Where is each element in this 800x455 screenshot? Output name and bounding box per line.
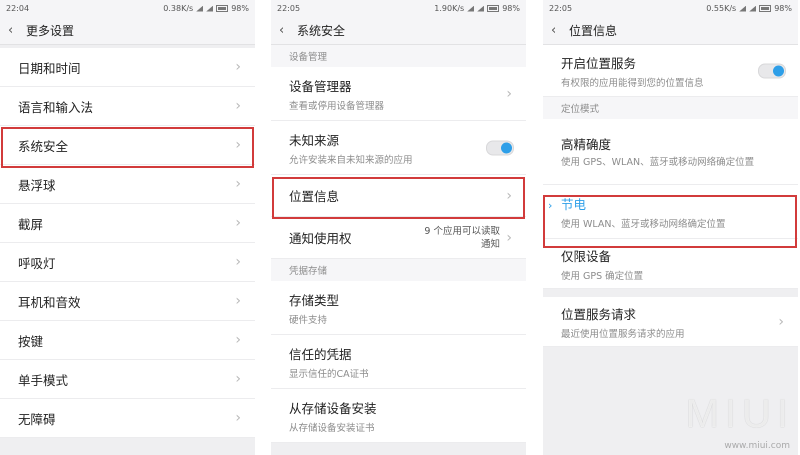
selected-indicator-icon: › <box>548 199 553 212</box>
chevron-right-icon: › <box>235 254 241 270</box>
back-arrow-icon[interactable]: ‹ <box>551 23 567 38</box>
net-speed: 0.38K/s <box>163 4 194 13</box>
item-system-security[interactable]: 系统安全 › <box>0 126 255 165</box>
signal-icon <box>749 5 757 12</box>
signal-icon <box>477 5 485 12</box>
toggle-knob <box>501 142 512 153</box>
chevron-right-icon: › <box>235 59 241 75</box>
item-location[interactable]: 位置信息 › <box>271 175 526 217</box>
item-install-from-storage[interactable]: 从存储设备安装 从存储设备安装证书 <box>271 389 526 443</box>
chevron-right-icon: › <box>235 332 241 348</box>
status-bar: 22:04 0.38K/s 98% <box>0 0 255 17</box>
item-one-hand-mode[interactable]: 单手模式 › <box>0 360 255 399</box>
location-service-toggle[interactable] <box>758 63 786 78</box>
header: ‹ 系统安全 <box>271 17 526 45</box>
location-panel: 22:05 0.55K/s 98% ‹ 位置信息 开启位置服务 有权限的应用能得… <box>543 0 798 455</box>
section-credential-storage: 凭据存储 <box>271 259 526 281</box>
header: ‹ 位置信息 <box>543 17 798 45</box>
battery-icon <box>487 5 500 12</box>
signal-icon <box>739 5 747 12</box>
signal-icon <box>206 5 214 12</box>
watermark-url: www.miui.com <box>724 441 790 451</box>
unknown-sources-toggle[interactable] <box>486 140 514 155</box>
net-speed: 1.90K/s <box>434 4 465 13</box>
miui-logo: MIUI <box>685 392 794 436</box>
battery-level: 98% <box>502 4 520 13</box>
item-device-admin[interactable]: 设备管理器 查看或停用设备管理器 › <box>271 67 526 121</box>
chevron-right-icon: › <box>235 98 241 114</box>
system-security-panel: 22:05 1.90K/s 98% ‹ 系统安全 设备管理 设备管理器 查看或停… <box>271 0 526 455</box>
item-notification-light[interactable]: 呼吸灯 › <box>0 243 255 282</box>
item-headset-audio[interactable]: 耳机和音效 › <box>0 282 255 321</box>
chevron-right-icon: › <box>778 313 784 330</box>
item-accessibility[interactable]: 无障碍 › <box>0 399 255 438</box>
battery-level: 98% <box>231 4 249 13</box>
item-location-service[interactable]: 开启位置服务 有权限的应用能得到您的位置信息 <box>543 45 798 97</box>
status-time: 22:05 <box>277 4 301 13</box>
page-title: 位置信息 <box>569 24 618 38</box>
chevron-right-icon: › <box>235 176 241 192</box>
page-title: 更多设置 <box>26 24 75 38</box>
item-date-time[interactable]: 日期和时间 › <box>0 48 255 87</box>
section-device-management: 设备管理 <box>271 45 526 67</box>
back-arrow-icon[interactable]: ‹ <box>8 23 24 38</box>
net-speed: 0.55K/s <box>706 4 737 13</box>
status-bar: 22:05 1.90K/s 98% <box>271 0 526 17</box>
chevron-right-icon: › <box>506 229 512 246</box>
item-buttons[interactable]: 按键 › <box>0 321 255 360</box>
chevron-right-icon: › <box>235 293 241 309</box>
signal-icon <box>467 5 475 12</box>
item-trusted-credentials[interactable]: 信任的凭据 显示信任的CA证书 <box>271 335 526 389</box>
item-storage-type: 存储类型 硬件支持 <box>271 281 526 335</box>
signal-icon <box>196 5 204 12</box>
chevron-right-icon: › <box>235 137 241 153</box>
settings-list: 日期和时间 › 语言和输入法 › 系统安全 › 悬浮球 › 截屏 › 呼吸灯 › 耳机和音效… <box>0 48 255 438</box>
back-arrow-icon[interactable]: ‹ <box>279 23 295 38</box>
item-unknown-sources[interactable]: 未知来源 允许安装来自未知来源的应用 <box>271 121 526 175</box>
chevron-right-icon: › <box>235 371 241 387</box>
more-settings-panel: 22:04 0.38K/s 98% ‹ 更多设置 日期和时间 › 语言和输入法 › … <box>0 0 255 455</box>
section-location-mode: 定位模式 <box>543 97 798 119</box>
page-title: 系统安全 <box>297 24 346 38</box>
item-device-only[interactable]: 仅限设备 使用 GPS 确定位置 <box>543 239 798 289</box>
item-high-accuracy[interactable]: 高精确度 使用 GPS、WLAN、蓝牙或移动网络确定位置 <box>543 119 798 185</box>
status-time: 22:05 <box>549 4 573 13</box>
item-floating-ball[interactable]: 悬浮球 › <box>0 165 255 204</box>
item-screenshot[interactable]: 截屏 › <box>0 204 255 243</box>
battery-icon <box>216 5 229 12</box>
chevron-right-icon: › <box>235 215 241 231</box>
chevron-right-icon: › <box>506 187 512 204</box>
chevron-right-icon: › <box>235 410 241 426</box>
notification-access-value: 9 个应用可以读取 通知 <box>424 225 500 250</box>
item-language-input[interactable]: 语言和输入法 › <box>0 87 255 126</box>
status-bar: 22:05 0.55K/s 98% <box>543 0 798 17</box>
toggle-knob <box>773 65 784 76</box>
battery-level: 98% <box>774 4 792 13</box>
header: ‹ 更多设置 <box>0 17 255 45</box>
item-location-requests[interactable]: 位置服务请求 最近使用位置服务请求的应用 › <box>543 297 798 347</box>
item-battery-saving[interactable]: 节电 使用 WLAN、蓝牙或移动网络确定位置 › <box>543 185 798 239</box>
status-time: 22:04 <box>6 4 30 13</box>
chevron-right-icon: › <box>506 85 512 102</box>
battery-icon <box>759 5 772 12</box>
item-notification-access[interactable]: 通知使用权 9 个应用可以读取 通知 › <box>271 217 526 259</box>
